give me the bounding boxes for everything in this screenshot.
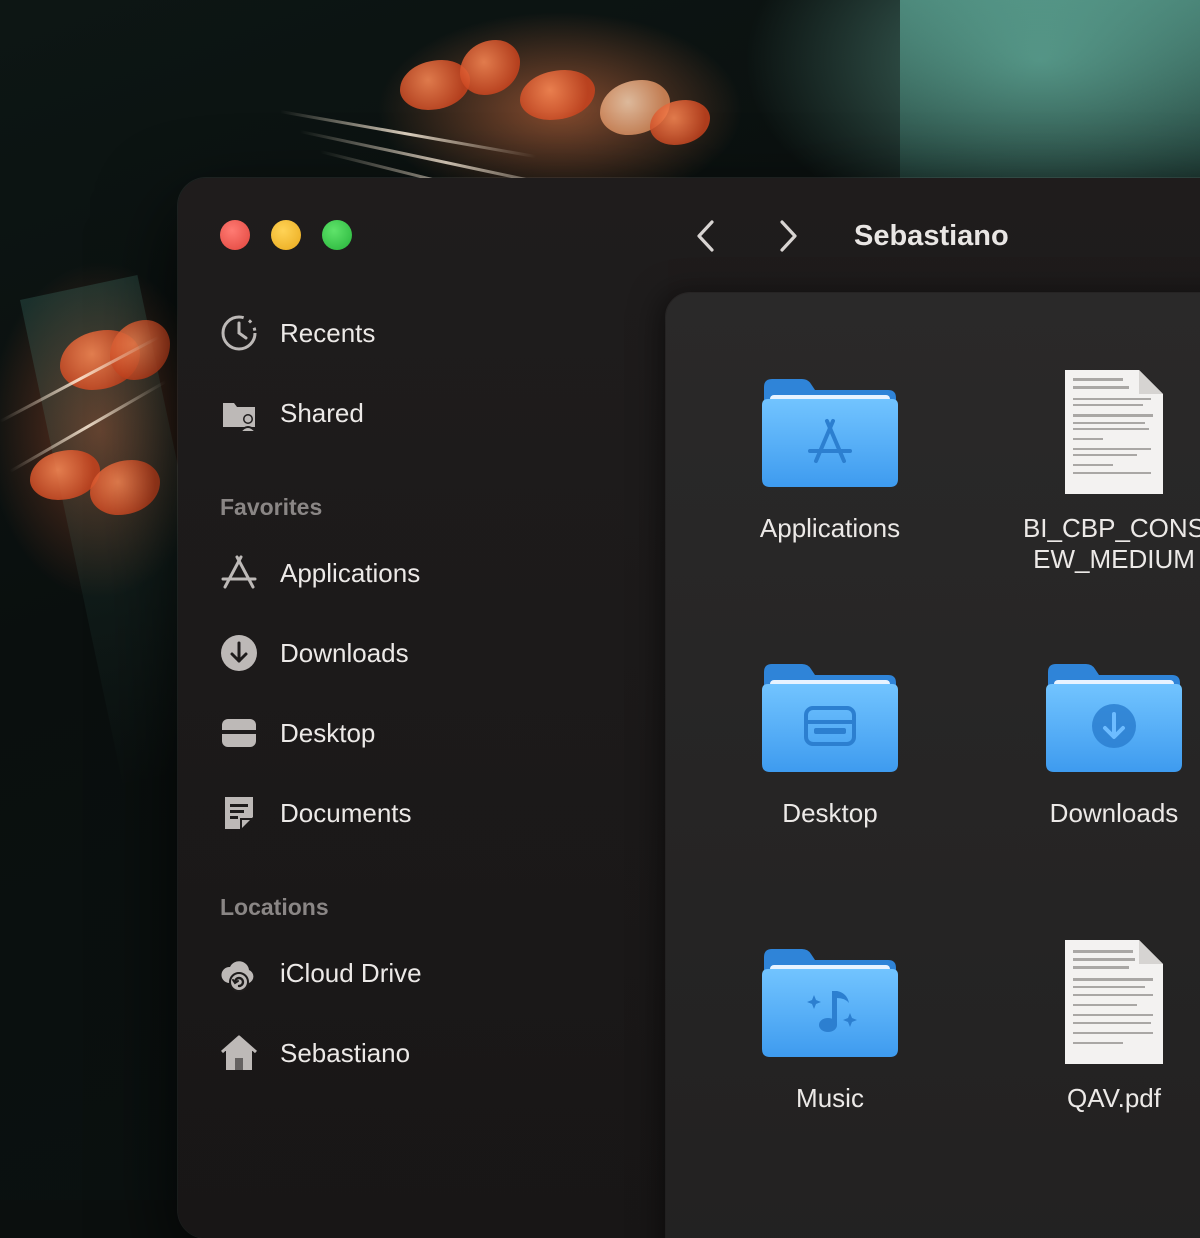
sidebar-item-icloud-drive[interactable]: iCloud Drive	[218, 951, 422, 995]
download-circle-icon	[1092, 704, 1136, 748]
zoom-button[interactable]	[322, 220, 352, 250]
document-thumbnail-icon	[1039, 933, 1189, 1073]
sidebar-item-label: Recents	[280, 318, 376, 348]
file-item-music[interactable]: Music	[710, 933, 950, 1114]
finder-window: Sebastiano Recents Shared Favorites Appl…	[178, 178, 1200, 1238]
file-name: Desktop	[782, 798, 878, 828]
favorites-header: Favorites	[220, 494, 323, 520]
light-beam	[900, 0, 1200, 180]
back-button[interactable]	[686, 216, 726, 256]
file-item-downloads[interactable]: Downloads	[994, 648, 1200, 829]
document-thumbnail-icon	[1039, 363, 1189, 503]
document-icon	[218, 792, 260, 834]
folder-icon	[755, 933, 905, 1073]
chevron-right-icon	[780, 220, 797, 252]
file-item-desktop[interactable]: Desktop	[710, 648, 950, 829]
folder-icon	[1039, 648, 1189, 788]
app-store-icon	[218, 552, 260, 594]
file-name: Applications	[759, 513, 901, 543]
file-item-bi-cbp-document[interactable]: BI_CBP_CONS EW_MEDIUM	[994, 363, 1200, 575]
file-item-qav-pdf[interactable]: QAV.pdf	[994, 933, 1200, 1114]
window-title: Sebastiano	[854, 220, 1009, 252]
desktop-icon	[218, 712, 260, 754]
sidebar-item-label: iCloud Drive	[280, 958, 422, 988]
file-name: Music	[796, 1083, 864, 1113]
minimize-button[interactable]	[271, 220, 301, 250]
file-name: BI_CBP_CONS EW_MEDIUM	[1022, 513, 1200, 574]
file-name: Downloads	[1049, 798, 1179, 828]
flower-petal	[460, 40, 520, 95]
forward-button[interactable]	[768, 216, 808, 256]
sidebar-item-label: Documents	[280, 798, 412, 828]
sidebar-item-label: Downloads	[280, 638, 409, 668]
flower-petal	[520, 70, 595, 120]
sidebar-item-desktop[interactable]: Desktop	[218, 711, 375, 755]
sidebar-item-downloads[interactable]: Downloads	[218, 631, 409, 675]
download-circle-icon	[218, 632, 260, 674]
sidebar-item-label: Sebastiano	[280, 1038, 411, 1068]
locations-header: Locations	[220, 894, 329, 920]
close-button[interactable]	[220, 220, 250, 250]
sidebar-item-label: Applications	[280, 558, 421, 588]
sidebar-item-applications[interactable]: Applications	[218, 551, 420, 595]
icloud-icon	[218, 952, 260, 994]
sidebar-item-label: Shared	[280, 398, 364, 428]
sidebar-item-documents[interactable]: Documents	[218, 791, 412, 835]
sidebar-item-label: Desktop	[280, 718, 376, 748]
file-name: QAV.pdf	[1067, 1083, 1161, 1113]
folder-icon	[755, 648, 905, 788]
file-item-applications[interactable]: Applications	[710, 363, 950, 544]
home-icon	[218, 1032, 260, 1074]
clock-icon	[218, 312, 260, 354]
shared-folder-icon	[218, 392, 260, 434]
sidebar-item-shared[interactable]: Shared	[218, 391, 364, 435]
file-browser-pane: Applications BI_CBP_CONS EW_MEDIUM Deskt…	[666, 293, 1200, 1238]
sidebar-item-recents[interactable]: Recents	[218, 311, 375, 355]
chevron-left-icon	[697, 220, 714, 252]
folder-icon	[755, 363, 905, 503]
sidebar-item-home[interactable]: Sebastiano	[218, 1031, 410, 1075]
